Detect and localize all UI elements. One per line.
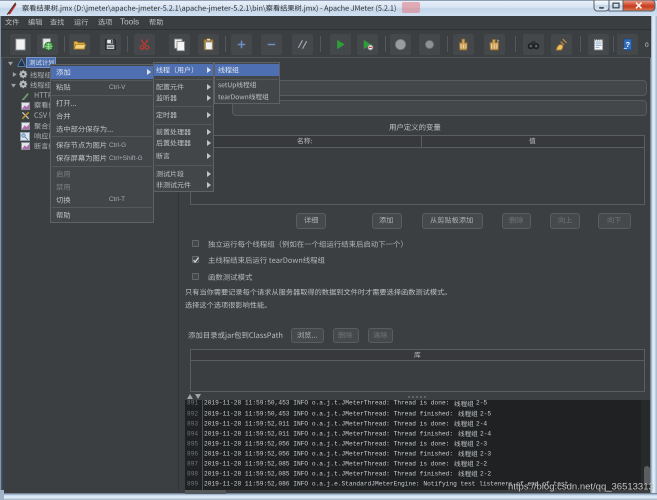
svg-text:?: ? bbox=[626, 40, 631, 49]
